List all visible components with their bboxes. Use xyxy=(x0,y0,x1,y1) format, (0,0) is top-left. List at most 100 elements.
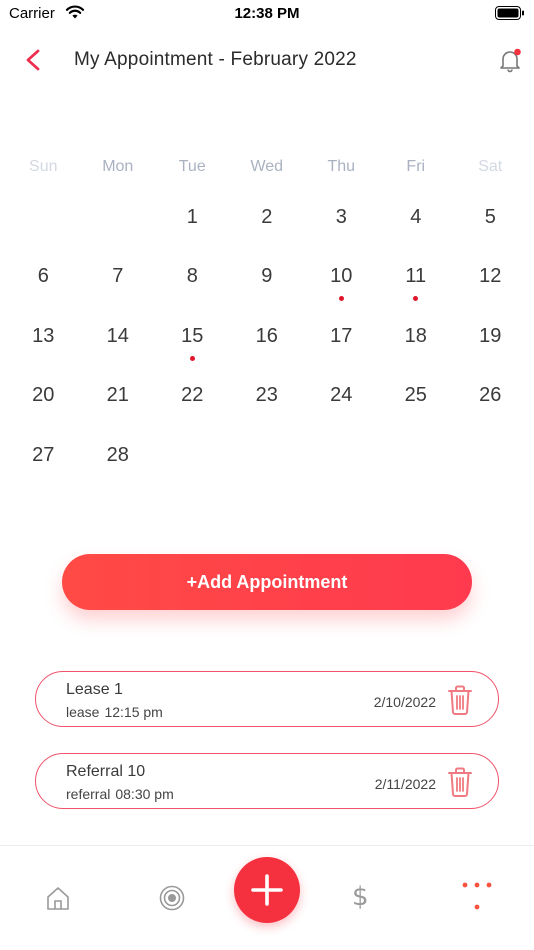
calendar-day[interactable]: 9 xyxy=(230,257,305,316)
day-number: 16 xyxy=(255,324,278,347)
calendar-empty-cell xyxy=(6,198,81,257)
calendar-day[interactable]: 21 xyxy=(81,376,156,435)
day-number: 18 xyxy=(404,324,427,347)
day-number: 2 xyxy=(261,206,273,228)
trash-icon[interactable] xyxy=(446,684,474,716)
calendar-day[interactable]: 8 xyxy=(155,257,230,316)
weekday-label: Wed xyxy=(250,158,284,175)
bell-icon[interactable] xyxy=(496,46,524,74)
calendar-day[interactable]: 14 xyxy=(81,317,156,376)
appointment-date: 2/11/2022 xyxy=(374,776,436,792)
calendar-day[interactable]: 12 xyxy=(453,257,528,316)
calendar-day[interactable]: 6 xyxy=(6,257,81,316)
day-number: 9 xyxy=(261,265,273,288)
more-icon[interactable] xyxy=(461,880,493,912)
calendar-day[interactable]: 25 xyxy=(379,376,454,435)
calendar-empty-cell xyxy=(155,436,230,495)
target-icon[interactable] xyxy=(158,884,186,912)
day-number: 7 xyxy=(112,265,124,288)
calendar-day[interactable]: 23 xyxy=(230,376,305,435)
appointment-type: referral xyxy=(66,786,111,802)
appointment-dot xyxy=(413,296,419,302)
calendar-day[interactable]: 24 xyxy=(304,376,379,435)
calendar-day[interactable]: 22 xyxy=(155,376,230,435)
calendar-day[interactable]: 13 xyxy=(6,317,81,376)
calendar-day[interactable]: 18 xyxy=(379,317,454,376)
weekday-label: Fri xyxy=(406,158,426,175)
calendar-day[interactable]: 17 xyxy=(304,317,379,376)
clock-label: 12:38 PM xyxy=(234,5,300,22)
calendar-day[interactable]: 4 xyxy=(379,198,454,257)
weekday-header: Sun Mon Tue Wed Thu Fri Sat xyxy=(6,158,528,176)
day-number: 8 xyxy=(186,265,198,288)
appointment-subtitle: referral 08:30 pm xyxy=(66,786,174,802)
calendar-day[interactable]: 2 xyxy=(230,198,305,257)
day-number: 24 xyxy=(330,384,353,407)
appointment-card[interactable]: Referral 10 referral 08:30 pm 2/11/2022 xyxy=(35,753,499,809)
appointment-dot xyxy=(338,296,344,302)
day-number: 28 xyxy=(106,443,129,466)
day-number: 13 xyxy=(32,324,55,347)
calendar-empty-cell xyxy=(379,436,454,495)
calendar-day[interactable]: 27 xyxy=(6,436,81,495)
day-number: 17 xyxy=(330,324,353,347)
appointment-card[interactable]: Lease 1 lease 12:15 pm 2/10/2022 xyxy=(35,671,499,727)
calendar-day[interactable]: 28 xyxy=(81,436,156,495)
calendar-empty-cell xyxy=(304,436,379,495)
calendar-day[interactable]: 26 xyxy=(453,376,528,435)
day-number: 6 xyxy=(37,265,49,288)
add-appointment-button[interactable]: +Add Appointment xyxy=(62,554,472,610)
appointment-time: 08:30 pm xyxy=(115,786,174,802)
day-number: 1 xyxy=(186,206,198,228)
day-number: 27 xyxy=(32,443,55,466)
back-chevron-icon[interactable] xyxy=(20,46,48,74)
header: My Appointment - February 2022 xyxy=(0,40,534,80)
calendar-day[interactable]: 3 xyxy=(304,198,379,257)
appointment-title: Referral 10 xyxy=(66,763,146,780)
day-number: 21 xyxy=(106,384,129,407)
weekday-label: Sun xyxy=(29,158,58,175)
calendar-empty-cell xyxy=(453,436,528,495)
calendar-day[interactable]: 20 xyxy=(6,376,81,435)
weekday-label: Thu xyxy=(327,158,356,175)
calendar-day[interactable]: 16 xyxy=(230,317,305,376)
appointment-type: lease xyxy=(66,704,100,720)
day-number: 26 xyxy=(479,384,502,407)
day-number: 5 xyxy=(484,206,496,228)
calendar-empty-cell xyxy=(81,198,156,257)
weekday-label: Sat xyxy=(478,158,503,175)
day-number: 3 xyxy=(335,206,347,228)
status-bar: Carrier 12:38 PM xyxy=(0,0,534,28)
day-number: 23 xyxy=(255,384,278,407)
calendar-day[interactable]: 5 xyxy=(453,198,528,257)
trash-icon[interactable] xyxy=(446,766,474,798)
dollar-icon[interactable]: $ xyxy=(352,882,369,912)
day-number: 12 xyxy=(479,265,502,288)
battery-icon xyxy=(495,6,524,20)
calendar-grid: 1 2 3 4 5 6 7 8 9 10 11 12 13 14 15 16 17 18 19 20 21 22 23 24 2… xyxy=(6,198,528,495)
appointment-date: 2/10/2022 xyxy=(373,694,436,710)
weekday-label: Mon xyxy=(102,158,134,175)
weekday-label: Tue xyxy=(178,158,206,175)
plus-icon xyxy=(251,874,283,906)
day-number: 25 xyxy=(404,384,427,407)
appointment-time: 12:15 pm xyxy=(104,704,163,720)
day-number: 4 xyxy=(410,206,422,228)
day-number: 14 xyxy=(106,324,129,347)
calendar-day[interactable]: 1 xyxy=(155,198,230,257)
page-title: My Appointment - February 2022 xyxy=(74,49,357,70)
calendar-day[interactable]: 19 xyxy=(453,317,528,376)
appointment-dot xyxy=(189,355,195,361)
day-number: 15 xyxy=(181,324,204,347)
calendar-empty-cell xyxy=(230,436,305,495)
home-icon[interactable] xyxy=(45,885,71,911)
calendar-day[interactable]: 10 xyxy=(304,257,379,316)
day-number: 20 xyxy=(32,384,55,407)
calendar-day[interactable]: 7 xyxy=(81,257,156,316)
day-number: 22 xyxy=(181,384,204,407)
plus-button[interactable] xyxy=(234,857,300,923)
day-number: 19 xyxy=(479,324,502,347)
calendar-day[interactable]: 11 xyxy=(379,257,454,316)
appointment-title: Lease 1 xyxy=(66,681,123,698)
calendar-day[interactable]: 15 xyxy=(155,317,230,376)
